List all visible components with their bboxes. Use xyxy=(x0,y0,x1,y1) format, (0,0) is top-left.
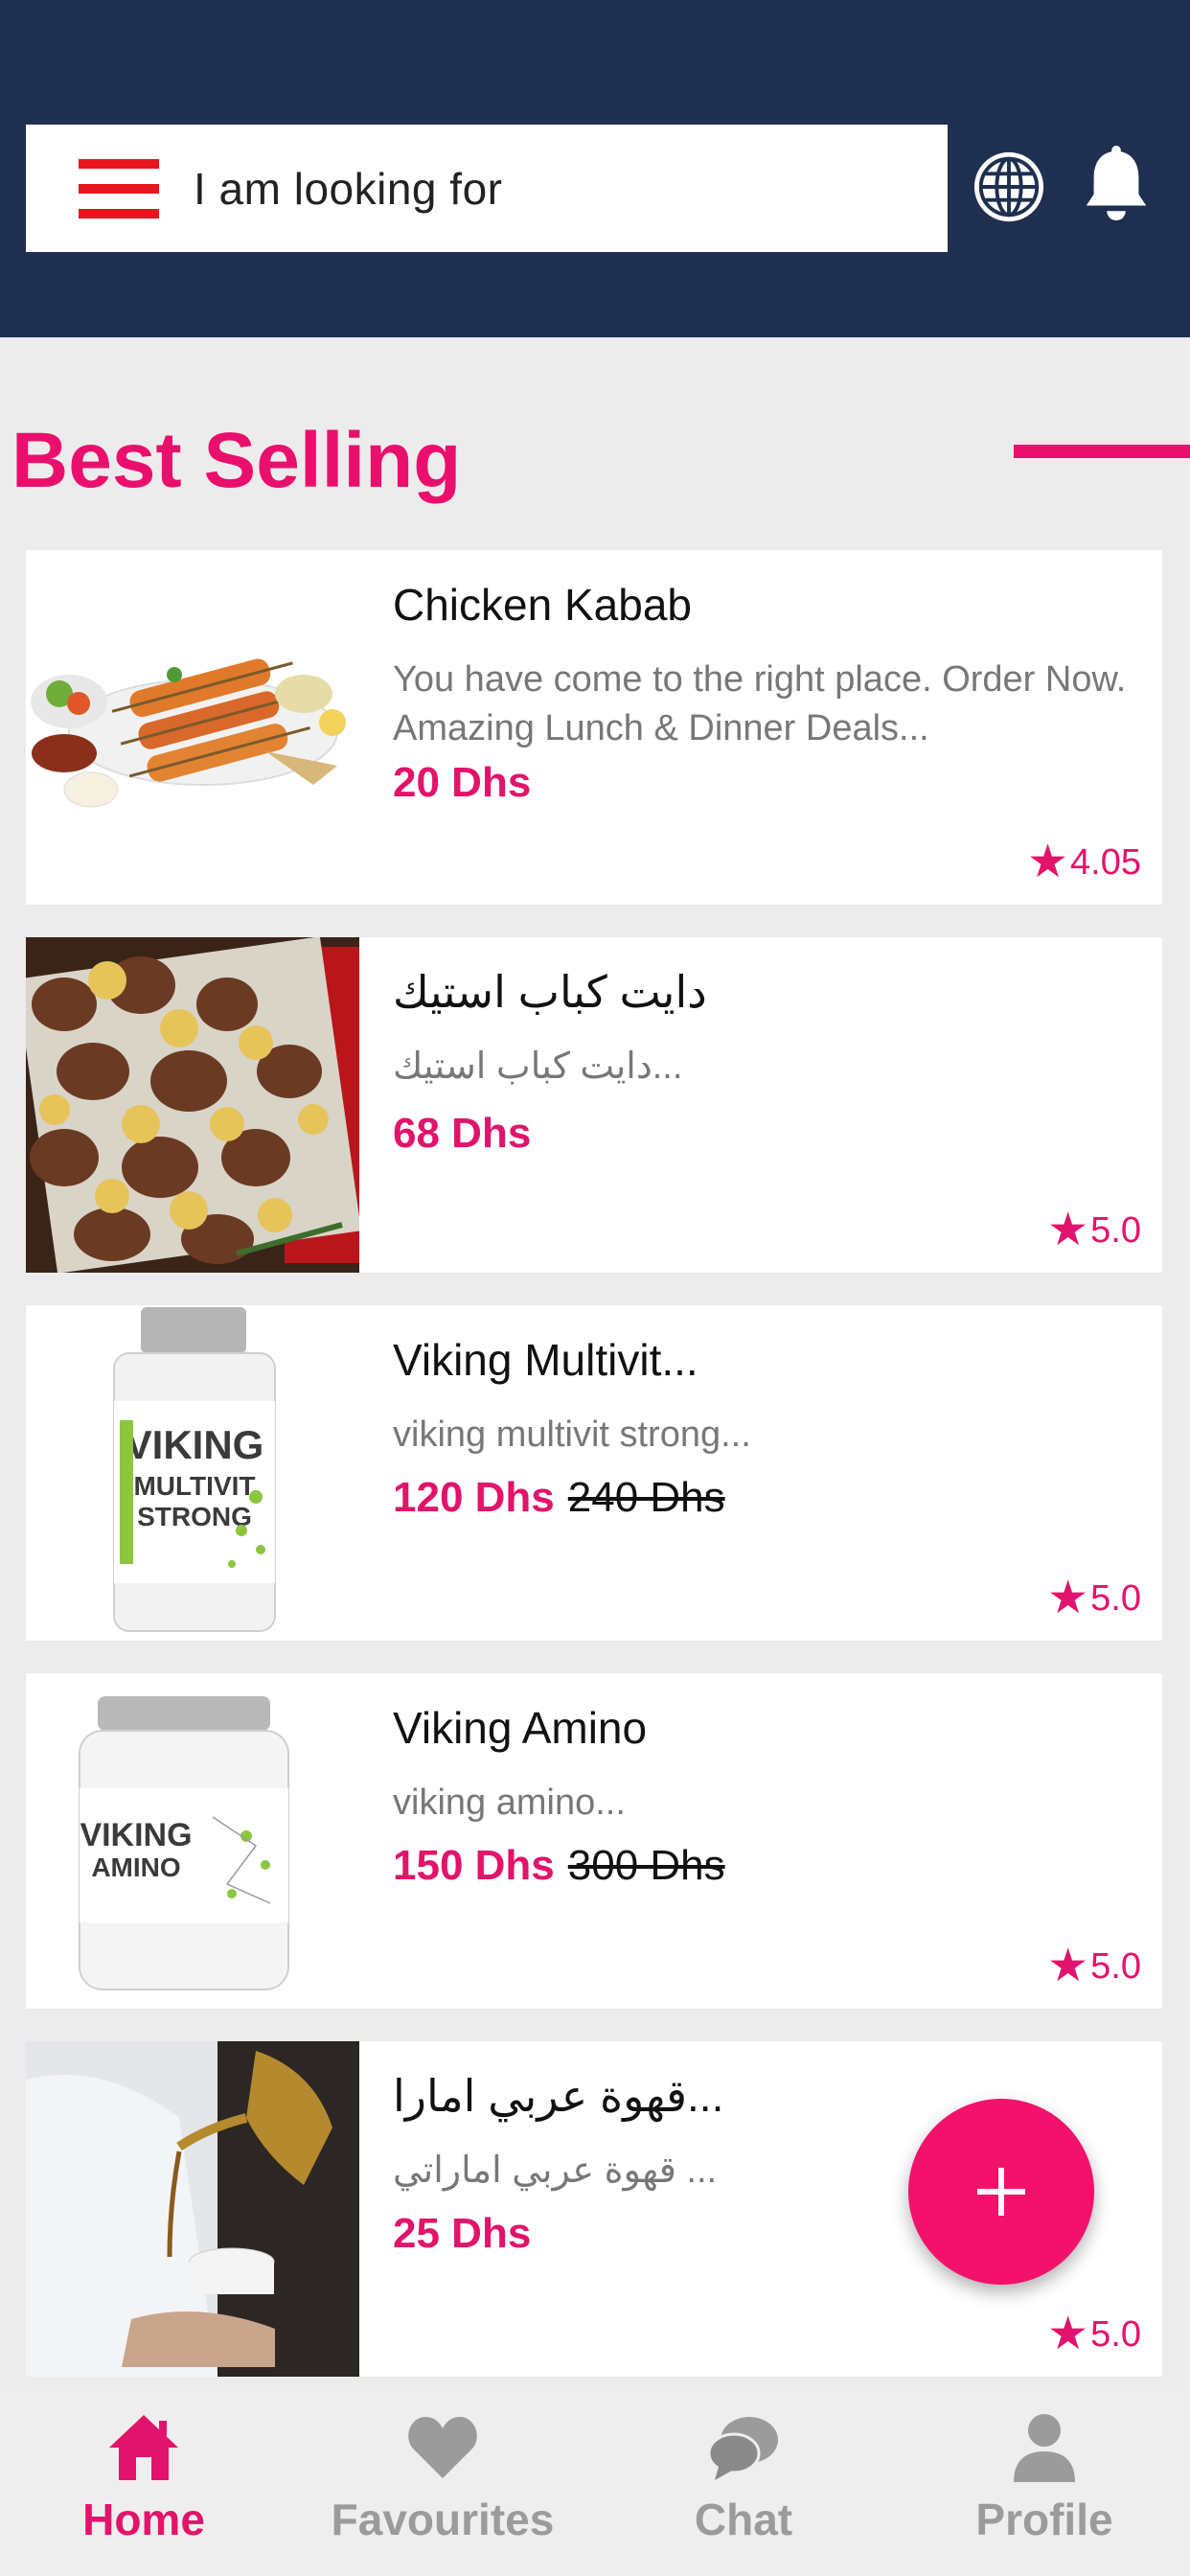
nav-favourites-label: Favourites xyxy=(331,2495,555,2544)
rating-value: 5.0 xyxy=(1090,2313,1141,2355)
nav-profile[interactable]: Profile xyxy=(920,2386,1169,2576)
product-old-price: 300 Dhs xyxy=(567,1842,725,1889)
menu-icon[interactable] xyxy=(79,159,159,218)
product-price-row: 20 Dhs xyxy=(393,759,531,807)
product-price: 120 Dhs xyxy=(393,1474,555,1521)
product-image-arabic-coffee xyxy=(26,2041,359,2377)
product-image-viking-amino: VIKING AMINO xyxy=(26,1673,359,2009)
product-image-diet-kabab-steak xyxy=(26,937,359,1273)
nav-home[interactable]: Home xyxy=(19,2386,268,2576)
star-icon: ★ xyxy=(1047,1941,1089,1991)
label-amino: AMINO xyxy=(91,1852,180,1882)
add-fab-button[interactable] xyxy=(908,2099,1094,2285)
product-name: دايت كباب استيك xyxy=(393,967,707,1017)
nav-chat-label: Chat xyxy=(694,2495,793,2544)
rating-value: 5.0 xyxy=(1090,1209,1141,1251)
label-strong: STRONG xyxy=(137,1502,252,1531)
product-price-row: 68 Dhs xyxy=(393,1110,531,1158)
label-viking: VIKING xyxy=(80,1817,192,1853)
product-card[interactable]: دايت كباب استيك دايت كباب استيك... 68 Dh… xyxy=(26,937,1162,1273)
section-title: Best Selling xyxy=(11,417,462,504)
notification-bell-icon[interactable] xyxy=(1079,146,1154,224)
label-multivit: MULTIVIT xyxy=(133,1471,255,1501)
product-price-row: 120 Dhs 240 Dhs xyxy=(393,1474,725,1522)
product-old-price: 240 Dhs xyxy=(567,1474,725,1521)
product-name: Viking Multivit... xyxy=(393,1335,698,1385)
product-card[interactable]: VIKING AMINO Viking Amino viking amino..… xyxy=(26,1673,1162,2009)
product-price: 150 Dhs xyxy=(393,1842,555,1889)
product-rating: ★ 5.0 xyxy=(1047,1208,1141,1254)
top-header: I am looking for xyxy=(0,0,1190,337)
product-description: viking amino... xyxy=(393,1782,626,1823)
section-divider xyxy=(1014,445,1190,458)
product-description: You have come to the right place. Order … xyxy=(393,659,1127,748)
product-card[interactable]: VIKING MULTIVIT STRONG Viking Multivit..… xyxy=(26,1305,1162,1641)
product-name: Viking Amino xyxy=(393,1703,648,1753)
label-viking: VIKING xyxy=(126,1422,264,1467)
product-price-row: 150 Dhs 300 Dhs xyxy=(393,1842,725,1890)
rating-value: 5.0 xyxy=(1090,1945,1141,1987)
nav-favourites[interactable]: Favourites xyxy=(318,2386,567,2576)
product-description: دايت كباب استيك... xyxy=(393,1046,683,1087)
profile-icon xyxy=(1014,2414,1075,2482)
nav-home-label: Home xyxy=(82,2495,205,2544)
product-description: viking multivit strong... xyxy=(393,1414,751,1455)
product-rating: ★ 5.0 xyxy=(1047,1576,1141,1622)
star-icon: ★ xyxy=(1047,1205,1089,1255)
rating-value: 4.05 xyxy=(1070,841,1141,883)
home-icon xyxy=(109,2415,178,2480)
nav-profile-label: Profile xyxy=(975,2495,1113,2544)
product-image-chicken-kabab xyxy=(26,550,359,905)
product-name: Chicken Kabab xyxy=(393,580,692,630)
search-bar[interactable]: I am looking for xyxy=(26,125,948,252)
bottom-navigation: Home Favourites Chat Profile xyxy=(0,2386,1190,2576)
product-price-row: 25 Dhs xyxy=(393,2210,531,2258)
search-input[interactable]: I am looking for xyxy=(194,163,502,215)
product-rating: ★ 5.0 xyxy=(1047,1944,1141,1990)
product-image-viking-multivit: VIKING MULTIVIT STRONG xyxy=(26,1305,359,1641)
star-icon: ★ xyxy=(1047,2309,1089,2359)
product-card[interactable]: Chicken Kabab You have come to the right… xyxy=(26,550,1162,905)
chat-icon xyxy=(707,2417,778,2480)
product-price: 68 Dhs xyxy=(393,1110,532,1157)
nav-chat[interactable]: Chat xyxy=(619,2386,868,2576)
product-name: قهوة عربي امارا... xyxy=(393,2071,724,2121)
heart-icon xyxy=(408,2417,477,2478)
star-icon: ★ xyxy=(1047,1573,1089,1623)
product-rating: ★ 4.05 xyxy=(1027,840,1141,886)
product-rating: ★ 5.0 xyxy=(1047,2312,1141,2358)
star-icon: ★ xyxy=(1027,837,1069,887)
rating-value: 5.0 xyxy=(1090,1577,1141,1619)
globe-icon[interactable] xyxy=(972,150,1046,224)
product-price: 25 Dhs xyxy=(393,2210,532,2257)
product-price: 20 Dhs xyxy=(393,759,532,806)
